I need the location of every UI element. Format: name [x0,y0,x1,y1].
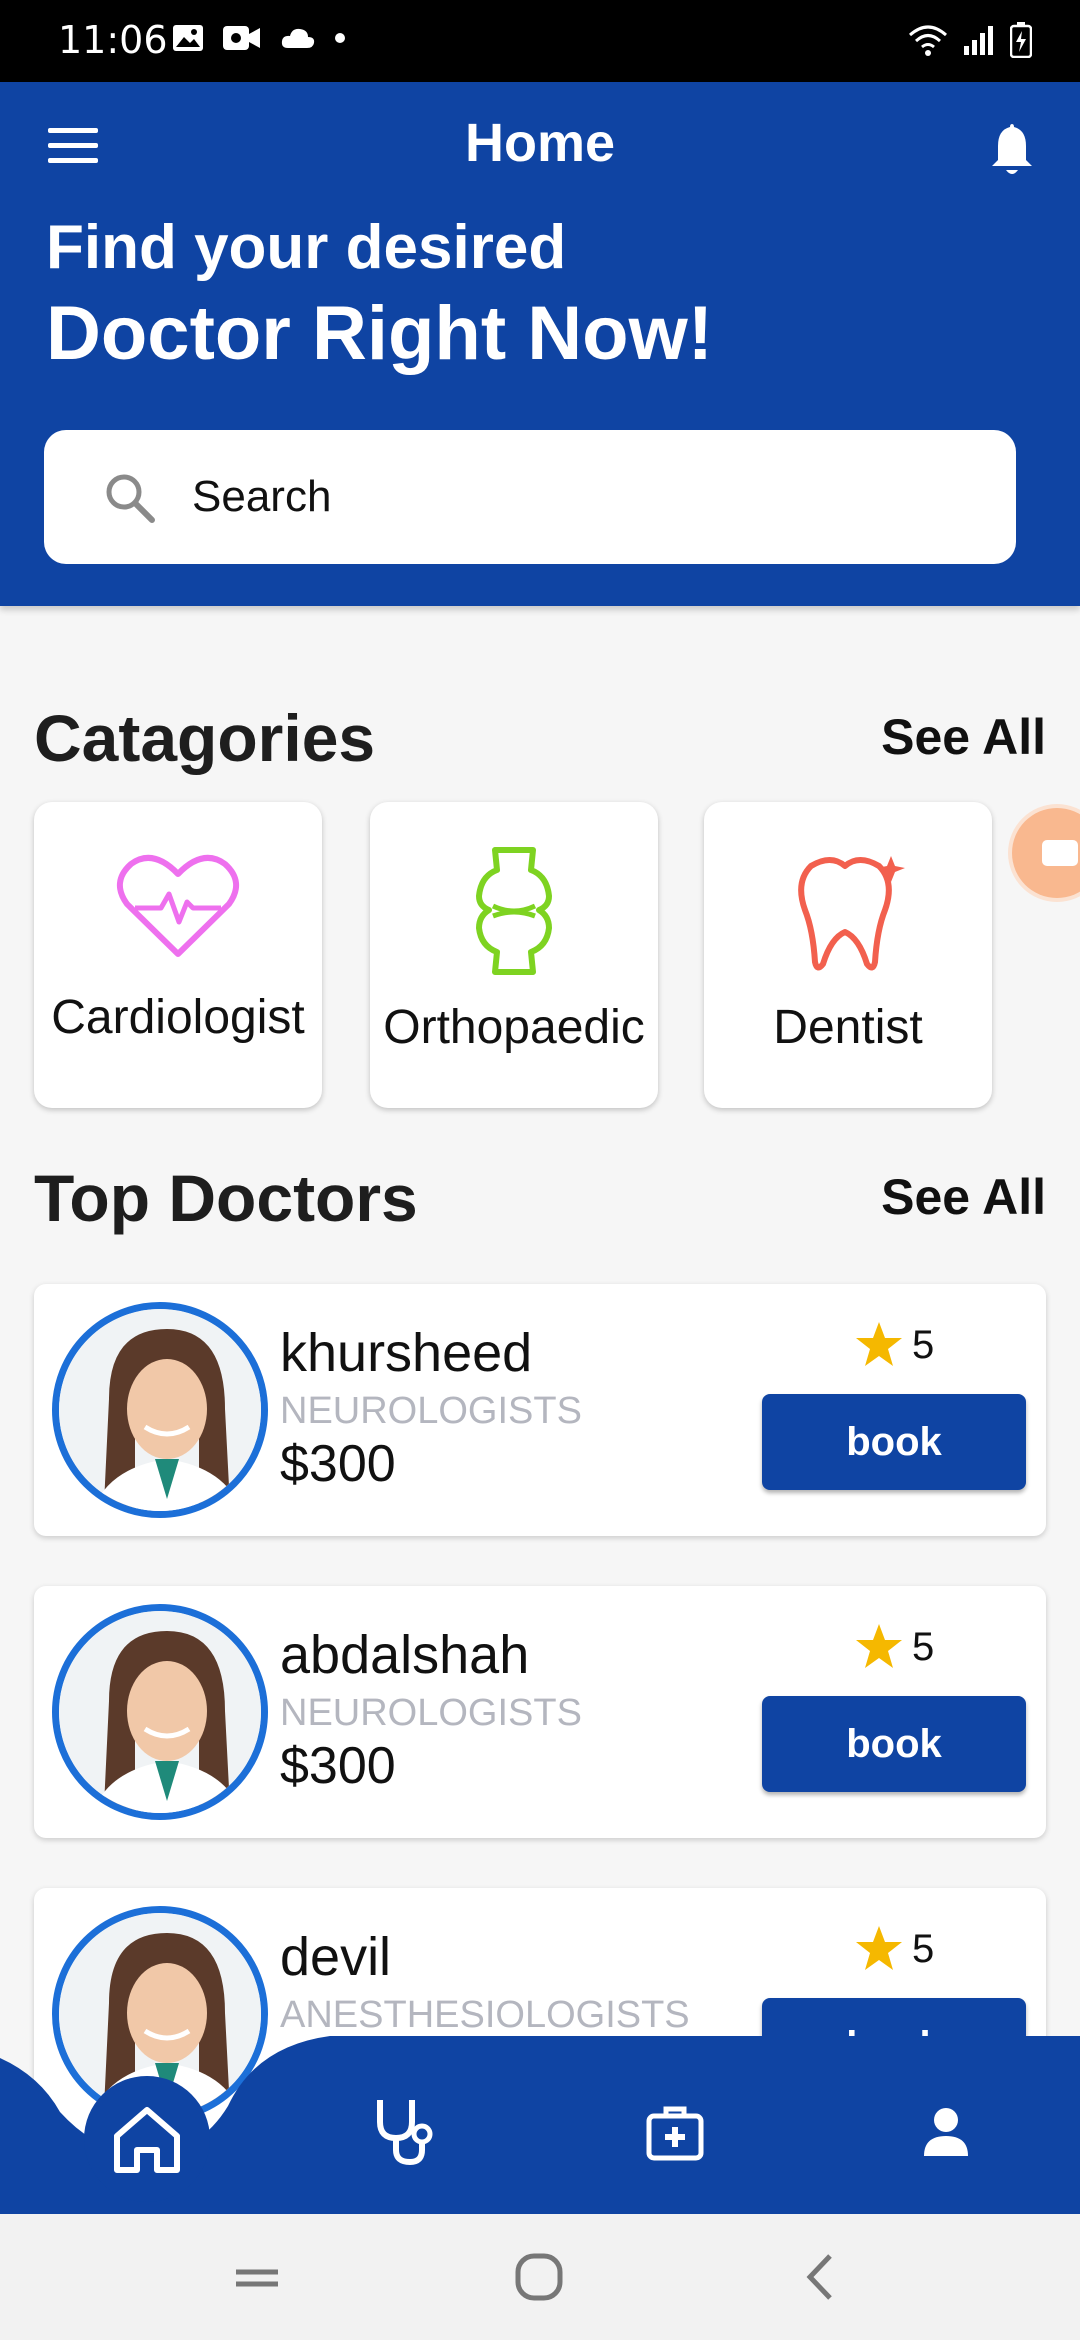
doctor-rating: 5 [854,1924,934,1974]
stethoscope-icon[interactable] [372,2096,438,2168]
doctor-name: khursheed [280,1323,533,1383]
headline-line1: Find your desired [46,213,567,282]
book-button[interactable]: book [762,1696,1026,1792]
category-card-cardiologist[interactable]: Cardiologist [34,802,322,1108]
bone-joint-icon [476,847,552,975]
doctor-rating: 5 [854,1320,934,1370]
doctor-specialty: ANESTHESIOLOGISTS [280,1994,690,2036]
top-doctors-see-all-link[interactable]: See All [881,1168,1046,1226]
doctor-name: abdalshah [280,1625,530,1685]
search-icon [106,474,155,523]
tooth-icon [798,856,905,971]
heart-pulse-icon [117,854,239,957]
rating-value: 5 [912,1624,935,1669]
star-icon [856,1322,902,1366]
star-icon [856,1926,902,1970]
doctor-specialty: NEUROLOGISTS [280,1390,582,1432]
top-doctors-title: Top Doctors [34,1161,418,1235]
first-aid-kit-icon[interactable] [646,2104,704,2162]
category-label: Dentist [773,1001,923,1054]
app-header: Home Find your desired Doctor Right Now! [0,82,1080,606]
back-icon[interactable] [786,2244,856,2310]
doctor-name: devil [280,1927,392,1987]
floating-video-call-button[interactable] [1012,808,1080,898]
system-navigation-bar [0,2214,1080,2340]
home-icon [114,2107,180,2173]
signal-icon [964,26,993,55]
recent-apps-icon[interactable] [222,2244,292,2310]
dot-icon [335,33,345,43]
categories-title: Catagories [34,701,376,775]
page-title: Home [464,113,616,173]
category-card-orthopaedic[interactable]: Orthopaedic [370,802,658,1108]
nav-home-button[interactable] [84,2076,210,2202]
category-label: Orthopaedic [383,1001,645,1054]
doctor-rating: 5 [854,1622,934,1672]
bottom-navigation [0,2036,1080,2214]
doctor-price: $300 [280,1435,396,1493]
battery-icon [1010,22,1032,58]
category-label: Cardiologist [51,991,305,1044]
doctor-avatar [52,1604,268,1820]
search-input[interactable] [192,460,972,534]
doctor-price: $300 [280,1737,396,1795]
categories-see-all-link[interactable]: See All [881,708,1046,766]
status-bar: 11:06 [0,0,1080,82]
video-camera-icon [1042,840,1078,866]
rating-value: 5 [912,1926,935,1971]
category-card-dentist[interactable]: Dentist [704,802,992,1108]
wifi-icon [909,25,947,56]
doctor-card[interactable]: abdalshah NEUROLOGISTS $300 5 book [34,1586,1046,1838]
doctor-specialty: NEUROLOGISTS [280,1692,582,1734]
home-system-icon[interactable] [504,2244,574,2310]
cloud-icon [281,28,315,48]
doctor-avatar [52,1302,268,1518]
status-time: 11:06 [58,18,168,62]
doctor-card[interactable]: khursheed NEUROLOGISTS $300 5 book [34,1284,1046,1536]
book-button[interactable]: book [762,1394,1026,1490]
gallery-icon [173,25,203,51]
headline-line2: Doctor Right Now! [46,291,714,376]
search-bar[interactable] [44,430,1016,564]
rating-value: 5 [912,1322,935,1367]
notification-bell-icon[interactable] [982,118,1042,182]
star-icon [856,1624,902,1668]
video-icon [223,26,260,50]
profile-icon[interactable] [922,2106,970,2158]
